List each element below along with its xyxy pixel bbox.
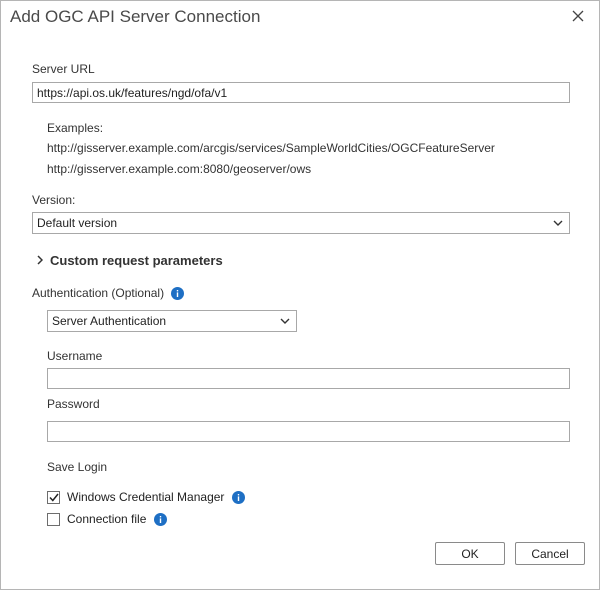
version-select[interactable]: Default version [32, 212, 570, 234]
server-url-label: Server URL [32, 62, 95, 76]
cancel-button[interactable]: Cancel [515, 542, 585, 565]
ok-button[interactable]: OK [435, 542, 505, 565]
save-login-label: Save Login [47, 460, 108, 474]
username-input[interactable] [47, 368, 570, 389]
authentication-select[interactable]: Server Authentication [47, 310, 297, 332]
custom-request-parameters-label: Custom request parameters [50, 252, 223, 268]
chevron-down-icon [553, 220, 563, 226]
connection-file-option: Connection file [47, 511, 168, 527]
info-icon[interactable] [154, 512, 168, 526]
authentication-label: Authentication (Optional) [32, 286, 165, 300]
server-url-input[interactable] [32, 82, 570, 103]
chevron-right-icon [37, 255, 43, 265]
windows-credential-manager-option: Windows Credential Manager [47, 489, 246, 505]
close-button[interactable] [567, 5, 589, 27]
connection-file-checkbox[interactable] [47, 512, 60, 526]
custom-request-parameters-expander[interactable]: Custom request parameters [37, 251, 223, 269]
authentication-row: Authentication (Optional) [32, 286, 185, 300]
password-label: Password [47, 397, 100, 411]
username-label: Username [47, 349, 103, 363]
dialog-title: Add OGC API Server Connection [10, 7, 261, 26]
add-ogc-api-server-connection-dialog: Add OGC API Server Connection Server URL… [0, 0, 600, 590]
version-selected-value: Default version [37, 216, 118, 230]
windows-credential-manager-label: Windows Credential Manager [67, 490, 225, 504]
example-url-2: http://gisserver.example.com:8080/geoser… [47, 162, 312, 176]
password-input[interactable] [47, 421, 570, 442]
authentication-selected-value: Server Authentication [52, 314, 167, 328]
chevron-down-icon [280, 318, 290, 324]
checkmark-icon [48, 493, 59, 502]
connection-file-label: Connection file [67, 512, 147, 526]
info-icon[interactable] [171, 286, 185, 300]
windows-credential-manager-checkbox[interactable] [47, 490, 60, 504]
examples-heading: Examples: [47, 121, 104, 135]
close-icon [572, 10, 584, 22]
version-label: Version: [32, 193, 76, 207]
example-url-1: http://gisserver.example.com/arcgis/serv… [47, 141, 495, 155]
info-icon[interactable] [232, 490, 246, 504]
